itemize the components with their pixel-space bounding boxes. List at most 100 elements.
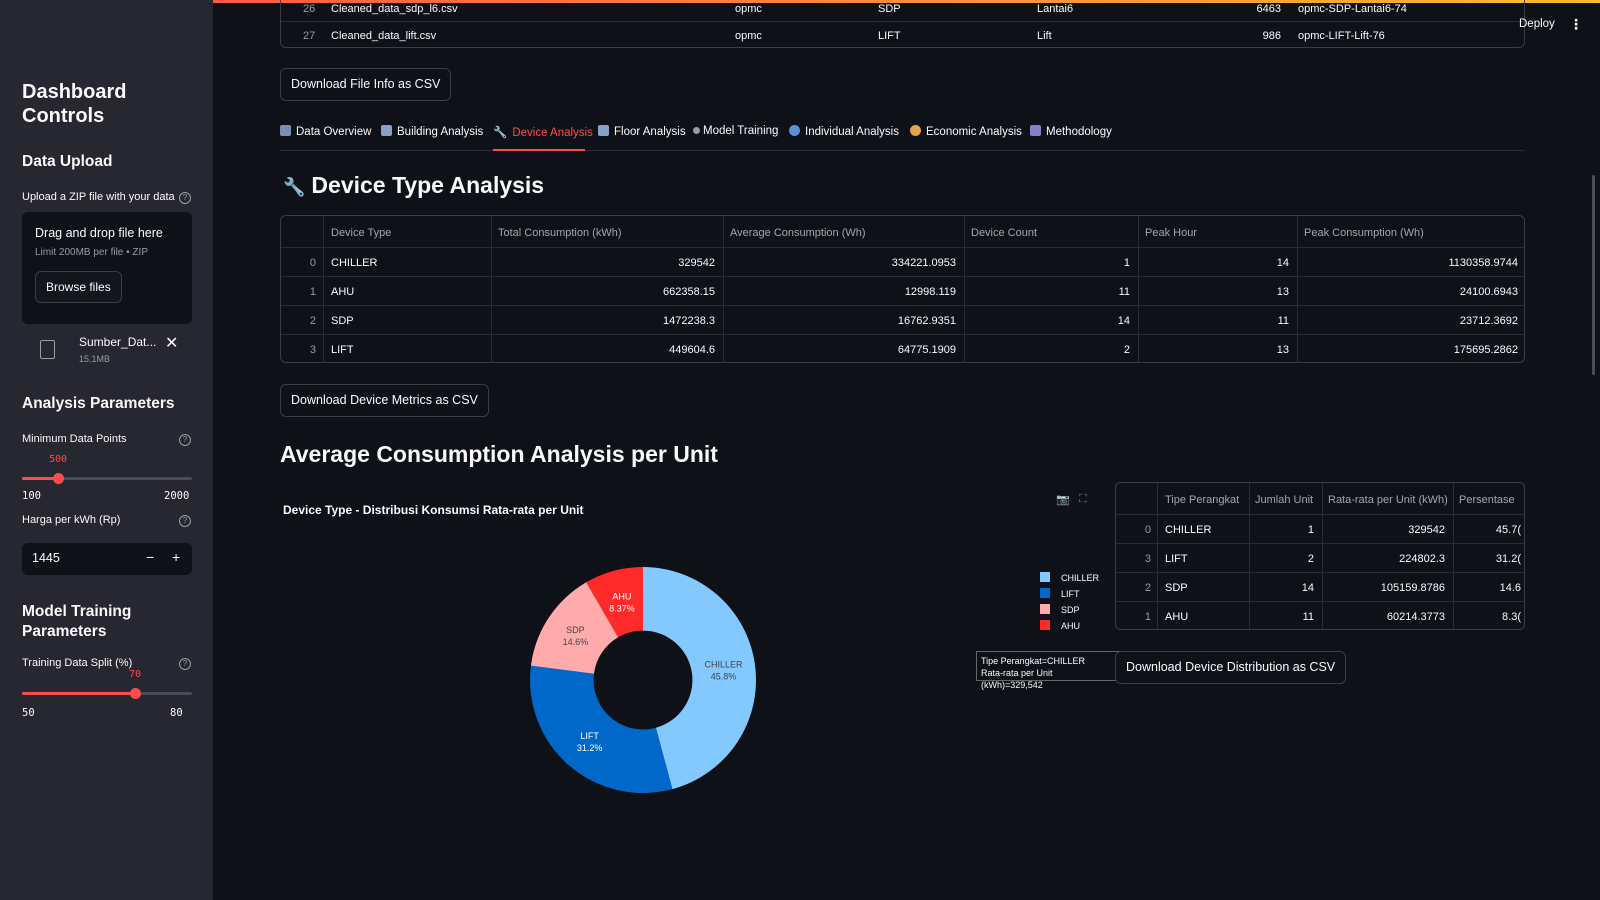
slice-label: CHILLER	[705, 659, 744, 669]
slider-min-label: 100	[22, 490, 41, 502]
tab-label: Floor Analysis	[614, 126, 686, 138]
slice-percent: 45.8%	[711, 671, 737, 681]
deploy-button[interactable]: Deploy	[1519, 18, 1555, 30]
device-cell: LIFT	[878, 30, 901, 42]
legend-item[interactable]: LIFT	[1040, 588, 1080, 599]
peak-consumption-cell: 175695.2862	[1453, 344, 1518, 356]
expand-icon[interactable]: ⛶	[1079, 493, 1087, 506]
total-cell: 1472238.3	[663, 315, 715, 327]
slider-max-label: 2000	[164, 490, 190, 502]
price-help-icon[interactable]: ?	[179, 515, 191, 527]
min-points-help-icon[interactable]: ?	[179, 434, 191, 446]
heading-text: Device Type Analysis	[311, 172, 545, 198]
tooltip-line: Rata-rata per Unit (kWh)=329,542	[981, 668, 1053, 690]
decrement-button[interactable]: −	[146, 549, 154, 565]
uploaded-file: Sumber_Dat... 15.1MB ✕	[22, 335, 192, 371]
price-input[interactable]: 1445 − +	[22, 543, 192, 575]
device-type-cell: LIFT	[331, 344, 354, 356]
column-header: Total Consumption (kWh)	[498, 227, 622, 239]
legend-label: SDP	[1061, 605, 1080, 615]
tab-device-analysis[interactable]: 🔧 Device Analysis	[493, 125, 593, 139]
upload-label: Upload a ZIP file with your data	[22, 191, 175, 203]
remove-file-icon[interactable]: ✕	[165, 333, 178, 353]
slider-thumb[interactable]	[53, 473, 64, 484]
row-index: 2	[1144, 582, 1151, 594]
download-distribution-button[interactable]: Download Device Distribution as CSV	[1115, 651, 1347, 684]
tab-building-analysis[interactable]: Building Analysis	[381, 125, 483, 138]
file-dropzone[interactable]: Drag and drop file here Limit 200MB per …	[22, 212, 192, 324]
percentage-cell: 45.7(	[1495, 524, 1521, 536]
active-tab-indicator	[493, 149, 585, 151]
table-row: 3 LIFT 2 224802.3 31.2(	[1116, 543, 1524, 572]
browse-files-button[interactable]: Browse files	[35, 271, 122, 303]
table-row: 2 SDP 1472238.3 16762.9351 14 11 23712.3…	[281, 305, 1524, 334]
avg-per-unit-cell: 329542	[1408, 524, 1445, 536]
increment-button[interactable]: +	[172, 549, 180, 565]
legend-item[interactable]: SDP	[1040, 604, 1080, 615]
unit-count-cell: 1	[1307, 524, 1314, 536]
donut-chart[interactable]: CHILLER 45.8% LIFT 31.2% SDP 14.6% AHU 8.37%	[523, 560, 763, 800]
main-menu-icon[interactable]: ⋮	[1569, 16, 1583, 33]
slider-thumb[interactable]	[130, 688, 141, 699]
device-metrics-table[interactable]: Device Type Total Consumption (kWh) Aver…	[280, 215, 1525, 363]
table-row: 0 CHILLER 1 329542 45.7(	[1116, 514, 1524, 543]
device-type-heading: 🔧 Device Type Analysis	[283, 172, 544, 199]
magnifier-icon	[789, 125, 800, 136]
slider-min-label: 50	[22, 707, 35, 719]
sidebar-title: Dashboard Controls	[22, 81, 127, 127]
legend-label: CHILLER	[1061, 573, 1100, 583]
count-cell: 986	[1262, 30, 1281, 42]
chart-icon	[280, 125, 291, 136]
price-label: Harga per kWh (Rp)	[22, 514, 121, 526]
tab-label: Data Overview	[296, 126, 372, 138]
peak-hour-cell: 13	[1276, 344, 1289, 356]
total-cell: 449604.6	[669, 344, 715, 356]
table-row: 27 Cleaned_data_lift.csv opmc LIFT Lift …	[281, 22, 1524, 47]
legend-item[interactable]: AHU	[1040, 620, 1080, 631]
peak-consumption-cell: 24100.6943	[1459, 286, 1518, 298]
tab-data-overview[interactable]: Data Overview	[280, 125, 371, 138]
min-data-points-slider[interactable]: 500	[22, 454, 192, 490]
download-file-info-button[interactable]: Download File Info as CSV	[280, 68, 452, 101]
tab-model-training[interactable]: Model Training	[693, 125, 778, 137]
column-header: Device Count	[971, 227, 1038, 239]
page-scrollbar[interactable]	[1592, 175, 1595, 375]
training-split-slider[interactable]: 70	[22, 669, 192, 705]
tab-floor-analysis[interactable]: Floor Analysis	[598, 125, 686, 138]
row-index: 0	[309, 257, 316, 269]
count-cell: 11	[1118, 286, 1130, 298]
row-index: 26	[303, 3, 316, 15]
tab-label: Building Analysis	[397, 126, 484, 138]
camera-icon[interactable]: 📷	[1056, 493, 1070, 506]
file-info-table[interactable]: 26 Cleaned_data_sdp_l6.csv opmc SDP Lant…	[280, 0, 1525, 48]
peak-hour-cell: 11	[1277, 315, 1289, 327]
count-cell: 1	[1123, 257, 1130, 269]
id-cell: opmc-LIFT-Lift-76	[1298, 30, 1385, 42]
legend-label: LIFT	[1061, 589, 1080, 599]
file-name-cell: Cleaned_data_sdp_l6.csv	[331, 3, 458, 15]
tab-individual-analysis[interactable]: Individual Analysis	[789, 125, 899, 138]
tab-label: Model Training	[703, 125, 779, 137]
column-header: Device Type	[331, 227, 392, 239]
average-consumption-heading: Average Consumption Analysis per Unit	[280, 441, 718, 467]
upload-help-icon[interactable]: ?	[179, 192, 191, 204]
table-row: 3 LIFT 449604.6 64775.1909 2 13 175695.2…	[281, 334, 1524, 362]
unit-distribution-table[interactable]: Tipe Perangkat Jumlah Unit Rata-rata per…	[1115, 482, 1525, 630]
device-cell: SDP	[878, 3, 901, 15]
avg-per-unit-cell: 60214.3773	[1386, 611, 1445, 623]
split-help-icon[interactable]: ?	[179, 658, 191, 670]
legend-swatch	[1040, 620, 1050, 630]
column-header: Peak Consumption (Wh)	[1304, 227, 1424, 239]
tab-methodology[interactable]: Methodology	[1030, 125, 1112, 138]
download-device-metrics-button[interactable]: Download Device Metrics as CSV	[280, 384, 489, 417]
chart-title: Device Type - Distribusi Konsumsi Rata-r…	[283, 503, 584, 517]
row-index: 27	[303, 30, 316, 42]
pie-slice-lift[interactable]	[530, 665, 673, 793]
tab-economic-analysis[interactable]: Economic Analysis	[910, 125, 1022, 138]
robot-icon	[693, 127, 700, 134]
slice-label: SDP	[566, 625, 585, 635]
table-row: 0 CHILLER 329542 334221.0953 1 14 113035…	[281, 247, 1524, 276]
legend-item[interactable]: CHILLER	[1040, 572, 1099, 583]
percentage-cell: 14.6	[1499, 582, 1521, 594]
slice-percent: 14.6%	[563, 637, 589, 647]
